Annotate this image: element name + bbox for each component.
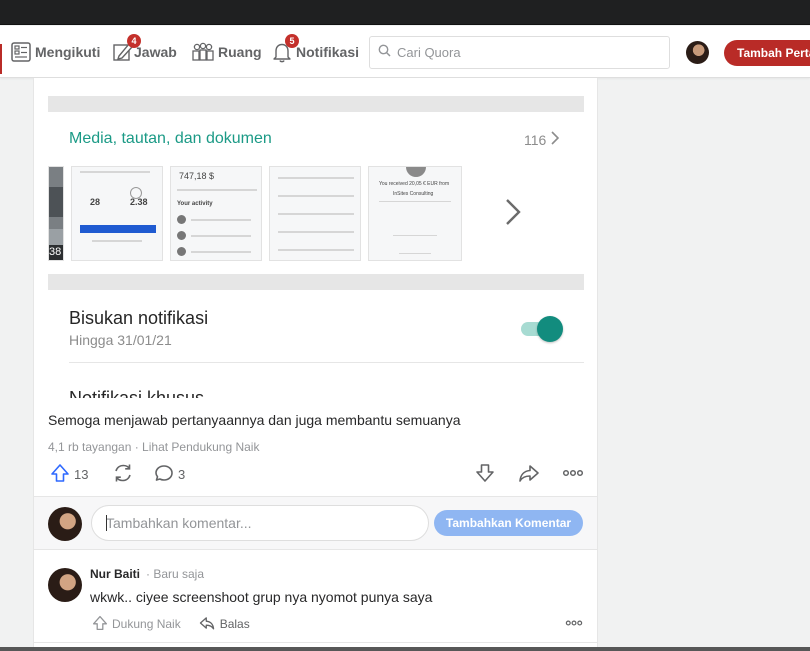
add-question-button[interactable]: Tambah Pertanyaan — [724, 40, 810, 66]
answer-card: Media, tautan, dan dokumen 116 38 28 2.3… — [33, 78, 598, 651]
thumbnail-activity: 747,18 $ Your activity — [170, 166, 262, 261]
spaces-people-icon — [191, 41, 215, 63]
search-box[interactable] — [369, 36, 670, 69]
comment-time: · Baru saja — [146, 567, 205, 581]
upvote-count: 13 — [74, 466, 89, 482]
nav-spaces[interactable]: Ruang — [191, 26, 262, 78]
mute-notifications-until: Hingga 31/01/21 — [69, 332, 172, 348]
search-input[interactable] — [397, 45, 657, 60]
commenter-name[interactable]: Nur Baiti — [90, 567, 140, 581]
add-comment-area: Tambahkan Komentar — [34, 496, 597, 550]
comment-upvote-label: Dukung Naik — [112, 617, 181, 631]
comment-bubble-icon — [154, 463, 174, 486]
search-icon — [378, 44, 391, 62]
custom-notifications-cut-text: Notifikasi khusus — [69, 388, 205, 398]
share-arrow-icon — [518, 462, 540, 487]
more-options-button[interactable] — [562, 462, 584, 486]
media-next-arrow-icon[interactable] — [504, 198, 522, 231]
text-caret — [106, 515, 107, 531]
comment-actions: Dukung Naik Balas — [92, 614, 250, 634]
header-active-indicator — [0, 44, 2, 74]
mute-notifications-title: Bisukan notifikasi — [69, 308, 209, 328]
screenshot-separator-middle — [48, 274, 584, 290]
add-comment-button[interactable]: Tambahkan Komentar — [434, 510, 583, 536]
comment-upvote-icon — [92, 615, 108, 634]
media-links-docs-title: Media, tautan, dan dokumen — [69, 130, 272, 147]
more-dots-icon — [562, 462, 584, 487]
thumbnail-list — [269, 166, 361, 261]
comment-count: 3 — [178, 466, 186, 482]
comment-upvote-button[interactable]: Dukung Naik — [92, 615, 181, 634]
nav-answer[interactable]: Jawab 4 — [112, 26, 177, 78]
nav-answer-label: Jawab — [134, 44, 177, 60]
thumbnail-company: InSites Consulting — [393, 191, 434, 197]
media-count: 116 — [524, 131, 560, 148]
nav-notifications[interactable]: Notifikasi 5 — [271, 26, 359, 78]
comment-more-dots-icon[interactable] — [565, 616, 583, 635]
answer-meta[interactable]: 4,1 rb tayangan · Lihat Pendukung Naik — [48, 440, 259, 454]
share-refresh-icon — [112, 462, 134, 487]
following-icon — [10, 41, 32, 63]
screenshot-divider — [69, 362, 584, 363]
comment-reply-button[interactable]: Balas — [199, 615, 250, 634]
thumbnail-activity-label: Your activity — [177, 201, 213, 207]
thumbnail-number: 38 — [49, 246, 62, 258]
media-count-value: 116 — [524, 131, 547, 148]
comment-toggle-button[interactable]: 3 — [154, 462, 185, 486]
upvote-arrow-icon — [50, 463, 70, 486]
card-bottom-divider — [34, 642, 597, 643]
comment-item: Nur Baiti · Baru saja wkwk.. ciyee scree… — [34, 552, 597, 642]
bottom-strip — [0, 647, 810, 651]
answer-badge: 4 — [127, 34, 141, 48]
reply-arrow-icon — [199, 615, 215, 634]
nav-spaces-label: Ruang — [218, 44, 262, 60]
comment-text: wkwk.. ciyee screenshoot grup nya nyomot… — [90, 589, 433, 605]
chevron-right-icon — [550, 131, 560, 148]
answer-embedded-screenshot: Media, tautan, dan dokumen 116 38 28 2.3… — [48, 78, 584, 398]
downvote-button[interactable] — [474, 462, 496, 486]
screenshot-separator-top — [48, 96, 584, 112]
thumbnail-app-stats: 28 2.38 — [71, 166, 163, 261]
thumbnail-stat-a: 28 — [90, 197, 101, 207]
thumbnail-photo: 38 — [48, 166, 64, 261]
commenter-avatar[interactable] — [48, 568, 82, 602]
profile-avatar[interactable] — [686, 41, 709, 64]
nav-following-label: Mengikuti — [35, 44, 101, 60]
notifications-badge: 5 — [285, 34, 299, 48]
current-user-avatar — [48, 507, 82, 541]
browser-top-bar — [0, 0, 810, 25]
answer-actions: 13 3 — [48, 462, 584, 486]
comment-input[interactable] — [91, 505, 429, 541]
answer-text: Semoga menjawab pertanyaannya dan juga m… — [48, 412, 461, 428]
quora-header: Mengikuti Jawab 4 Ruang Notifikasi 5 Tam… — [0, 26, 810, 78]
thumbnail-received-text: You received 20,05 € EUR from — [379, 181, 450, 187]
nav-notifications-label: Notifikasi — [296, 44, 360, 60]
nav-following[interactable]: Mengikuti — [10, 26, 100, 78]
share-button[interactable] — [112, 462, 134, 486]
comment-reply-label: Balas — [219, 617, 250, 631]
thumbnail-received: You received 20,05 € EUR from InSites Co… — [368, 166, 462, 261]
upvote-button[interactable]: 13 — [50, 462, 88, 486]
forward-share-button[interactable] — [518, 462, 540, 486]
mute-toggle — [521, 316, 563, 342]
downvote-arrow-icon — [474, 462, 496, 487]
thumbnail-amount: 747,18 $ — [179, 171, 215, 181]
